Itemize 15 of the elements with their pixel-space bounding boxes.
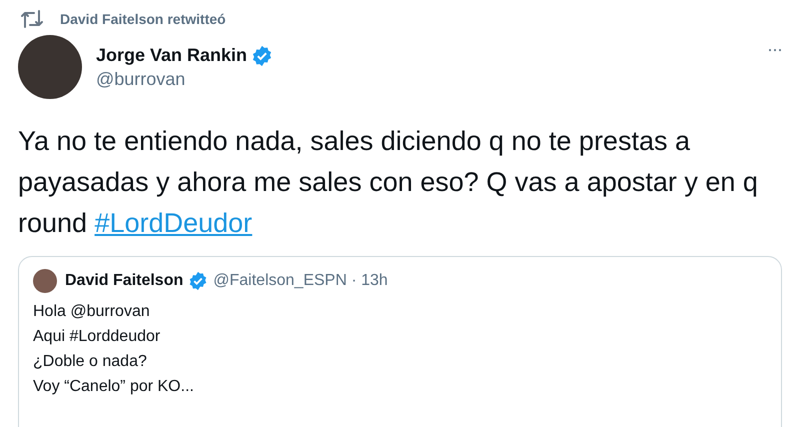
author-handle: @burrovan bbox=[96, 68, 186, 90]
more-button[interactable]: ··· bbox=[767, 39, 782, 60]
quoted-handle-time: @Faitelson_ESPN · 13h bbox=[213, 272, 388, 290]
quoted-text-line: Aqui #Lorddeudor bbox=[33, 327, 160, 347]
retweet-label[interactable]: David Faitelson retwitteó bbox=[60, 11, 226, 27]
quoted-tweet-card[interactable]: David Faitelson @Faitelson_ESPN · 13h Hola @burrovan Aqui #Lorddeudor ¿Doble o nada? Voy “Canelo” por KO... bbox=[18, 256, 782, 427]
quoted-text-line: Voy “Canelo” por KO... bbox=[33, 377, 194, 397]
quoted-author-name: David Faitelson bbox=[65, 272, 184, 290]
tweet-text: Ya no te entiendo nada, sales diciendo q no te prestas a payasadas y ahora me sales con eso? Q vas a apostar y en q round #LordDeudor bbox=[18, 125, 759, 240]
quoted-text-line: ¿Doble o nada? bbox=[33, 352, 147, 372]
hashtag-link[interactable]: #LordDeudor bbox=[94, 208, 252, 238]
retweet-icon bbox=[20, 9, 44, 29]
author-name[interactable]: Jorge Van Rankin bbox=[96, 45, 248, 66]
quoted-text-line: Hola @burrovan bbox=[33, 302, 150, 322]
avatar bbox=[33, 269, 57, 293]
